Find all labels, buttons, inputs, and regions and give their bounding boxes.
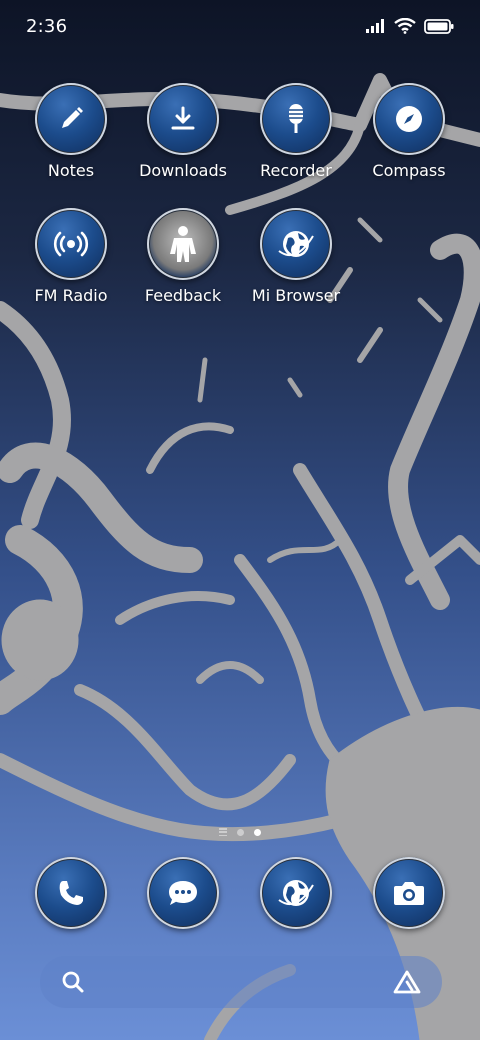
dock-messages[interactable] — [128, 857, 238, 929]
status-icons — [366, 18, 454, 34]
dock-camera-icon-circle[interactable] — [373, 857, 445, 929]
app-label: Mi Browser — [251, 286, 341, 305]
dock-browser-icon-circle[interactable] — [260, 857, 332, 929]
app-mi-browser[interactable]: Mi Browser — [241, 208, 351, 305]
microphone-icon — [289, 104, 303, 133]
status-bar: 2:36 — [0, 0, 480, 52]
app-downloads[interactable]: Downloads — [128, 83, 238, 180]
app-recorder[interactable]: Recorder — [241, 83, 351, 180]
feedback-person-icon — [170, 226, 196, 262]
page-indicator — [0, 828, 480, 836]
page-indicator-list-icon — [219, 828, 227, 836]
app-label: Notes — [47, 161, 95, 180]
dock-phone-icon-circle[interactable] — [35, 857, 107, 929]
app-notes[interactable]: Notes — [16, 83, 126, 180]
app-label: FM Radio — [34, 286, 108, 305]
app-label: Feedback — [144, 286, 222, 305]
assistant-icon[interactable] — [392, 969, 422, 995]
app-compass[interactable]: Compass — [354, 83, 464, 180]
globe-icon — [278, 231, 314, 257]
dock-camera[interactable] — [354, 857, 464, 929]
app-fm-radio-icon-circle[interactable] — [35, 208, 107, 280]
message-icon — [169, 881, 197, 905]
camera-icon — [394, 882, 424, 905]
dock-browser[interactable] — [241, 857, 351, 929]
app-label: Compass — [372, 161, 446, 180]
app-label: Downloads — [139, 161, 227, 180]
app-label: Recorder — [260, 161, 332, 180]
globe-icon — [278, 880, 314, 906]
compass-icon — [396, 106, 422, 132]
app-mi-browser-icon-circle[interactable] — [260, 208, 332, 280]
wifi-icon — [394, 18, 416, 34]
dock-phone[interactable] — [16, 857, 126, 929]
app-downloads-icon-circle[interactable] — [147, 83, 219, 155]
search-bar[interactable] — [40, 956, 442, 1008]
download-icon — [171, 106, 195, 130]
app-notes-icon-circle[interactable] — [35, 83, 107, 155]
status-time: 2:36 — [26, 15, 68, 37]
radio-icon — [53, 231, 89, 257]
app-feedback[interactable]: Feedback — [128, 208, 238, 305]
signal-icon — [366, 19, 384, 33]
app-compass-icon-circle[interactable] — [373, 83, 445, 155]
pencil-icon — [62, 107, 83, 128]
app-recorder-icon-circle[interactable] — [260, 83, 332, 155]
app-feedback-icon-circle[interactable] — [147, 208, 219, 280]
battery-icon — [424, 18, 454, 34]
page-dot-active — [254, 828, 261, 836]
dock-messages-icon-circle[interactable] — [147, 857, 219, 929]
app-fm-radio[interactable]: FM Radio — [16, 208, 126, 305]
search-icon[interactable] — [60, 969, 86, 995]
phone-icon — [59, 881, 83, 905]
page-dot — [237, 828, 244, 836]
